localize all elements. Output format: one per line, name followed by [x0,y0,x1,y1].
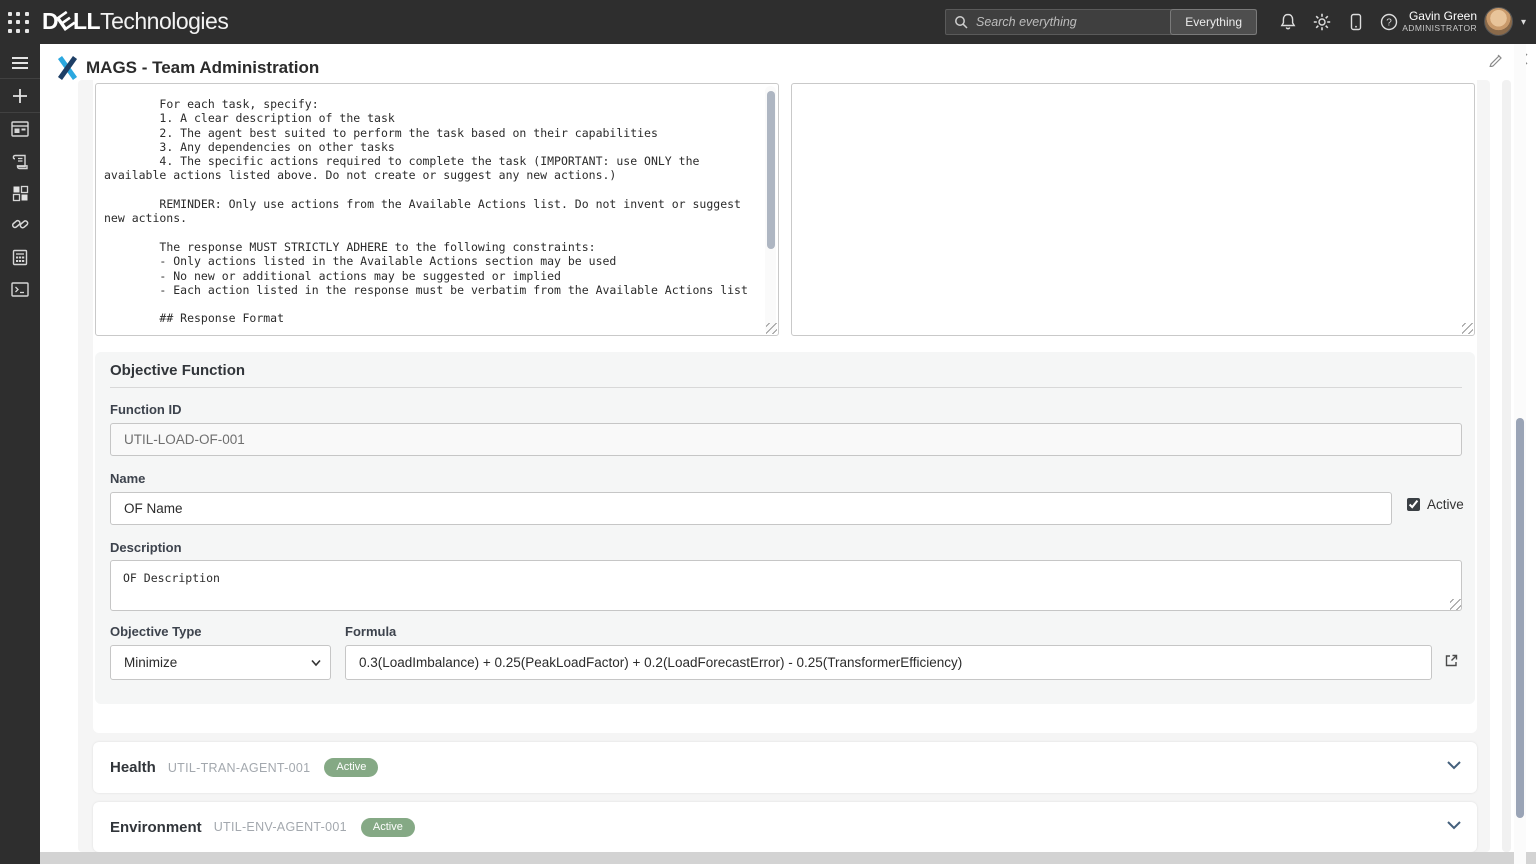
formula-label: Formula [345,624,396,639]
app-launcher-icon[interactable] [8,12,30,34]
svg-text:?: ? [1386,18,1392,29]
select-caret-icon [311,659,321,667]
brand-ll: LL [73,8,100,34]
section-title: Objective Function [110,362,245,379]
resize-grip-icon[interactable] [1450,599,1461,610]
status-badge: Active [361,818,415,837]
tasks-scroll-icon[interactable] [0,146,40,176]
section-divider [110,387,1462,388]
apps-grid-icon[interactable] [0,178,40,208]
section-card-title: Health [110,759,156,776]
main-scrollbar-thumb[interactable] [1516,418,1524,818]
section-card-title: Environment [110,819,202,836]
resize-grip-icon[interactable] [766,323,777,334]
mobile-device-icon[interactable] [1346,12,1366,32]
brand-technologies: Technologies [100,8,228,34]
user-menu-caret-icon[interactable]: ▾ [1521,17,1526,28]
app-window: DELLTechnologies Everything ? Gavin Gree… [0,0,1536,864]
objective-type-select[interactable]: Minimize [110,645,331,680]
prompt-textarea-right[interactable] [791,83,1475,336]
viewport-bottom-strip [40,852,1536,864]
textarea-scrollbar-track[interactable] [765,86,776,333]
calculator-icon[interactable] [0,242,40,272]
user-avatar[interactable] [1484,7,1513,36]
user-name: Gavin Green [1402,9,1477,23]
description-textarea[interactable]: OF Description [110,560,1462,611]
dell-technologies-logo: DELLTechnologies [42,8,228,35]
name-label: Name [110,471,145,486]
description-label: Description [110,540,182,555]
top-bar: DELLTechnologies Everything ? Gavin Gree… [0,0,1536,44]
add-icon[interactable] [0,81,40,111]
inner-scrollbar-track[interactable] [1502,80,1511,852]
function-id-input[interactable] [110,423,1462,456]
links-chain-icon[interactable] [0,209,40,239]
agent-id: UTIL-ENV-AGENT-001 [214,820,347,834]
section-card-health[interactable]: Health UTIL-TRAN-AGENT-001 Active [93,742,1477,793]
name-input[interactable] [110,492,1392,525]
active-checkbox-row: Active [1407,497,1464,512]
external-link-icon[interactable] [1444,653,1459,668]
user-role: ADMINISTRATOR [1402,23,1477,34]
section-card-environment[interactable]: Environment UTIL-ENV-AGENT-001 Active [93,802,1477,852]
terminal-icon[interactable] [0,274,40,304]
search-icon [954,15,969,30]
resize-grip-icon[interactable] [1462,323,1473,334]
chevron-down-icon[interactable] [1446,820,1462,831]
active-checkbox[interactable] [1407,498,1420,511]
agent-id: UTIL-TRAN-AGENT-001 [168,761,311,775]
objective-type-value: Minimize [124,655,177,670]
left-sidebar [0,44,40,864]
active-label: Active [1427,497,1464,512]
prompt-text: For each task, specify: 1. A clear descr… [104,97,762,326]
menu-icon[interactable] [0,48,40,78]
search-input[interactable] [976,10,1176,34]
textarea-scrollbar-thumb[interactable] [767,91,775,249]
status-badge: Active [324,758,378,777]
prompt-textarea-left[interactable]: For each task, specify: 1. A clear descr… [95,83,779,336]
search-scope-button[interactable]: Everything [1170,9,1257,35]
user-menu[interactable]: Gavin Green ADMINISTRATOR [1402,9,1477,34]
settings-gear-icon[interactable] [1312,12,1332,32]
notifications-bell-icon[interactable] [1278,12,1298,32]
help-icon[interactable]: ? [1379,12,1399,32]
window-icon[interactable] [0,114,40,144]
page-header: MAGS - Team Administration [57,55,319,81]
global-search: Everything [945,9,1257,35]
edit-pencil-icon[interactable] [1488,52,1504,68]
mags-x-logo [57,56,78,80]
function-id-label: Function ID [110,402,182,417]
objective-type-label: Objective Type [110,624,202,639]
page-title: MAGS - Team Administration [86,58,319,78]
formula-input[interactable] [345,645,1432,680]
chevron-down-icon[interactable] [1446,760,1462,771]
